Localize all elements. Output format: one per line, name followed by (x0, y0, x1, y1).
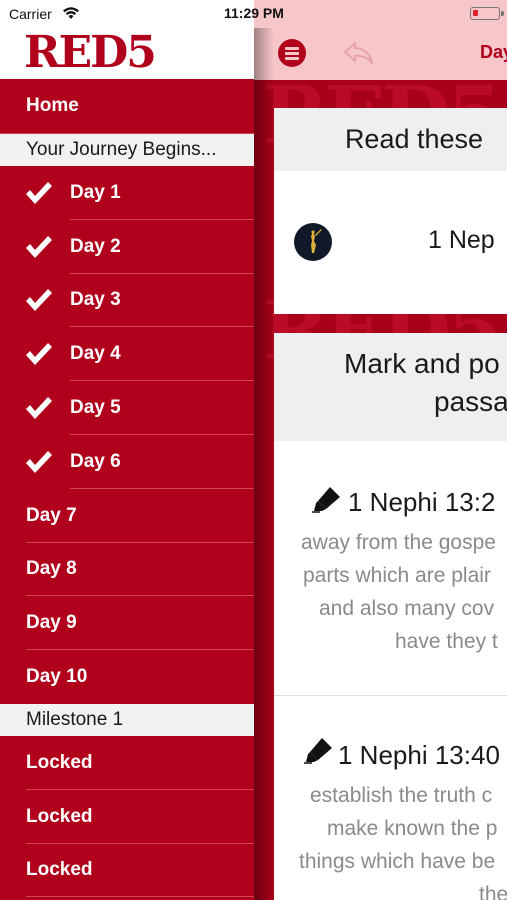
checkmark-icon (24, 180, 54, 206)
verse-text-line: and also many cov (319, 597, 495, 620)
mark-card: Mark and po passa 1 Nephi 13:2 away from… (274, 333, 507, 900)
sidebar-drawer: RED5 Home Your Journey Begins... Day 1 Da… (0, 28, 254, 900)
marker-pen-icon (302, 736, 334, 764)
sidebar-item-day-1[interactable]: Day 1 (0, 166, 254, 220)
main-content: RED5 RED5 Day Read these 1 Nep Mark and … (254, 28, 507, 900)
section-header-milestone: Milestone 1 (0, 703, 254, 736)
verse-text-line: things which have be (299, 850, 496, 873)
sidebar-item-label: Day 5 (70, 397, 121, 419)
sidebar-item-day-3[interactable]: Day 3 (0, 274, 254, 328)
status-bar: Carrier 11:29 PM (0, 0, 507, 28)
checkmark-icon (24, 395, 54, 421)
verse-reference: 1 Nephi 13:40 (338, 740, 500, 770)
sidebar-item-label: Day 6 (70, 450, 121, 472)
verse-text-line: away from the gospe (301, 531, 496, 554)
mark-card-heading: Mark and po passa (274, 333, 507, 441)
angel-moroni-icon[interactable] (294, 223, 332, 261)
sidebar-item-locked[interactable]: Locked (0, 844, 254, 898)
sidebar-item-label: Day 2 (70, 235, 121, 257)
section-header-journey: Your Journey Begins... (0, 134, 254, 166)
read-card-heading: Read these (274, 108, 507, 171)
checkmark-icon (24, 287, 54, 313)
checkmark-icon (24, 341, 54, 367)
back-arrow-icon[interactable] (342, 40, 374, 71)
sidebar-item-day-4[interactable]: Day 4 (0, 327, 254, 382)
checkmark-icon (24, 234, 54, 260)
sidebar-item-label: Day 8 (26, 558, 77, 580)
sidebar-item-home[interactable]: Home (0, 79, 254, 134)
page-title: Day (480, 42, 507, 62)
row-divider (26, 896, 254, 898)
top-navigation-bar: Day (254, 28, 507, 80)
sidebar-item-locked[interactable]: Locked (0, 790, 254, 844)
menu-icon[interactable] (278, 39, 306, 67)
sidebar-item-day-2[interactable]: Day 2 (0, 220, 254, 274)
day-list: Day 1 Day 2 Day 3 Day 4 Day 5 Day 6 Day 7 Day 8… (0, 166, 254, 704)
sidebar-item-label: Day 7 (26, 504, 77, 526)
mark-card-heading-line2: passa (434, 386, 507, 417)
app-logo: RED5 (24, 27, 157, 78)
verse-text-line: make known the p (327, 817, 498, 840)
wifi-icon (62, 6, 80, 25)
verse-divider (274, 695, 507, 696)
verse-reference: 1 Nephi 13:2 (348, 487, 496, 517)
sidebar-item-label: Day 3 (70, 289, 121, 311)
verse-text-line: have they t (395, 630, 498, 653)
sidebar-item-label: Day 10 (26, 666, 88, 688)
sidebar-item-day-7[interactable]: Day 7 (0, 489, 254, 543)
verse-text-line: the (479, 883, 507, 900)
sidebar-item-day-10[interactable]: Day 10 (0, 650, 254, 704)
sidebar-item-label: Locked (26, 859, 93, 881)
sidebar-item-day-9[interactable]: Day 9 (0, 596, 254, 651)
sidebar-item-label: Locked (26, 751, 93, 773)
sidebar-item-day-6[interactable]: Day 6 (0, 435, 254, 489)
sidebar-item-locked[interactable]: Locked (0, 736, 254, 790)
marker-pen-icon (310, 485, 342, 513)
verse-text-line: parts which are plair (303, 564, 491, 587)
mark-card-heading-line1: Mark and po (344, 348, 500, 379)
sidebar-item-label: Day 4 (70, 343, 121, 365)
sidebar-item-day-5[interactable]: Day 5 (0, 381, 254, 435)
sidebar-item-label: Day 9 (26, 612, 77, 634)
read-card: Read these 1 Nep (274, 108, 507, 314)
verse-text-line: establish the truth c (310, 784, 493, 807)
checkmark-icon (24, 449, 54, 475)
sidebar-item-label: Locked (26, 805, 93, 827)
sidebar-item-label: Day 1 (70, 181, 121, 203)
logo-header: RED5 (0, 28, 254, 79)
sidebar-item-day-8[interactable]: Day 8 (0, 543, 254, 597)
locked-list: Locked Locked Locked (0, 736, 254, 898)
clock: 11:29 PM (224, 5, 284, 21)
battery-icon (470, 7, 504, 20)
drawer-shadow (254, 28, 274, 900)
carrier-label: Carrier (9, 6, 52, 22)
reading-reference[interactable]: 1 Nep (428, 226, 495, 255)
